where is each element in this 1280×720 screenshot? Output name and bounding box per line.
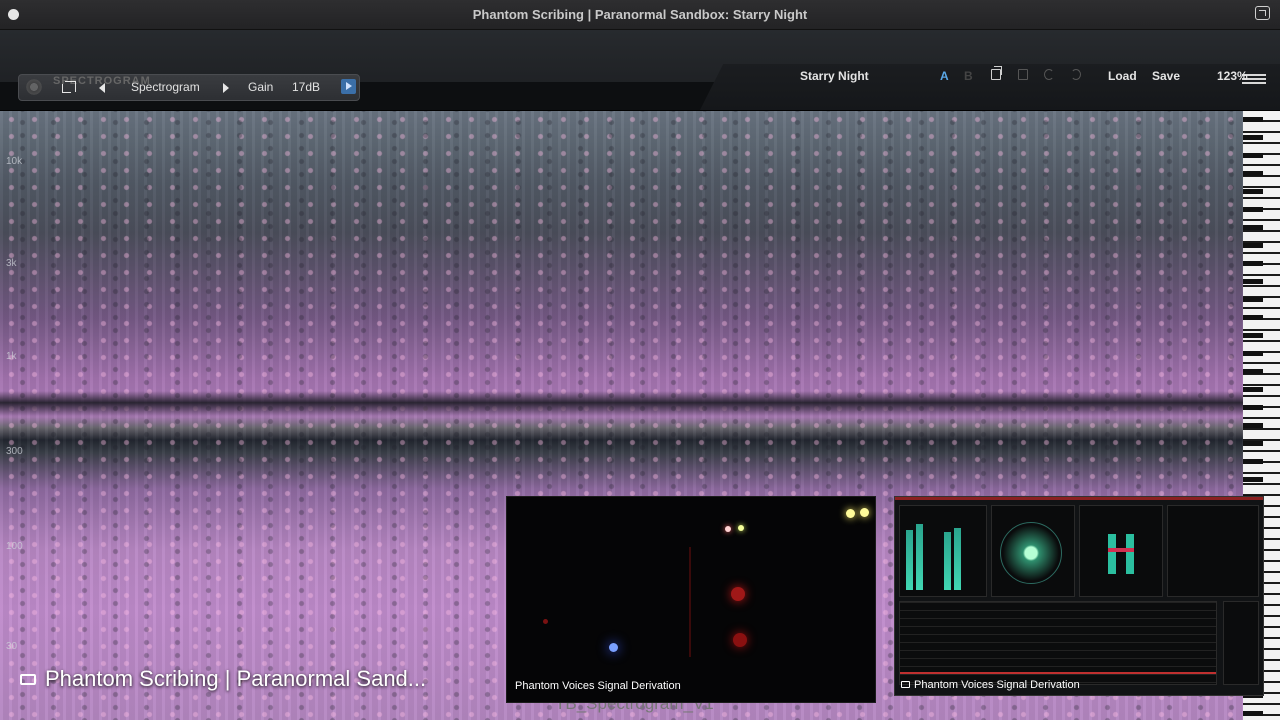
window-title: Phantom Scribing | Paranormal Sandbox: S… <box>472 7 808 22</box>
freq-label: 3k <box>6 258 17 269</box>
slot-a-button[interactable]: A <box>940 69 949 83</box>
paste-icon[interactable] <box>1018 69 1028 80</box>
load-button[interactable]: Load <box>1108 69 1137 83</box>
level-meter-panel <box>899 505 987 597</box>
spectrum-history <box>899 601 1217 685</box>
freq-label: 1k <box>6 351 17 362</box>
fullscreen-icon[interactable] <box>1255 6 1270 20</box>
copy-icon[interactable] <box>991 66 1002 80</box>
meter-side-controls <box>1223 601 1259 685</box>
freq-label: 10k <box>6 156 23 167</box>
stereo-panel <box>1167 505 1259 597</box>
gain-label: Gain <box>248 80 274 94</box>
light-glow <box>731 587 745 601</box>
play-icon[interactable] <box>341 79 356 94</box>
window-titlebar: Phantom Scribing | Paranormal Sandbox: S… <box>0 0 1280 30</box>
arrow-left-icon[interactable] <box>99 83 105 93</box>
gain-value[interactable]: 17dB <box>292 80 320 94</box>
meter-tile-caption: Phantom Voices Signal Derivation <box>901 679 1080 691</box>
meter-tile[interactable]: Phantom Voices Signal Derivation <box>894 496 1264 696</box>
vectorscope <box>1000 522 1062 584</box>
crop-icon[interactable] <box>62 81 76 93</box>
freq-label: 100 <box>6 541 23 552</box>
freq-label: 300 <box>6 446 23 457</box>
freq-label: 30 <box>6 641 18 652</box>
light-glow <box>860 508 869 517</box>
light-glow <box>733 633 747 647</box>
redo-icon[interactable] <box>1071 69 1081 80</box>
screen-share-caption: Phantom Scribing | Paranormal Sand... <box>20 666 426 692</box>
logo-gear-icon <box>25 78 43 96</box>
view-toolbar: SPECTROGRAM Spectrogram Gain 17dB <box>18 74 360 101</box>
zoom-level[interactable]: 123% <box>1217 69 1248 83</box>
screen-share-title: Phantom Scribing | Paranormal Sand... <box>45 666 427 691</box>
undo-icon[interactable] <box>1044 69 1054 80</box>
plugin-header: SPECTROGRAM Spectrogram Gain 17dB <box>0 30 1280 110</box>
light-glow <box>543 619 548 624</box>
slot-b-button[interactable]: B <box>964 69 973 83</box>
light-glow <box>738 525 744 531</box>
video-tile[interactable]: Phantom Voices Signal Derivation <box>506 496 876 703</box>
correlation-panel <box>1079 505 1163 597</box>
screen-share-icon <box>20 674 36 685</box>
video-tile-caption: Phantom Voices Signal Derivation <box>515 680 681 692</box>
preset-name[interactable]: Starry Night <box>800 69 869 83</box>
arrow-right-icon[interactable] <box>223 83 229 93</box>
vectorscope-panel <box>991 505 1075 597</box>
save-button[interactable]: Save <box>1152 69 1180 83</box>
light-glow <box>846 509 855 518</box>
light-glow <box>609 643 618 652</box>
view-selector[interactable]: Spectrogram <box>131 80 200 94</box>
screen-share-icon <box>901 681 910 688</box>
light-glow <box>725 526 731 532</box>
